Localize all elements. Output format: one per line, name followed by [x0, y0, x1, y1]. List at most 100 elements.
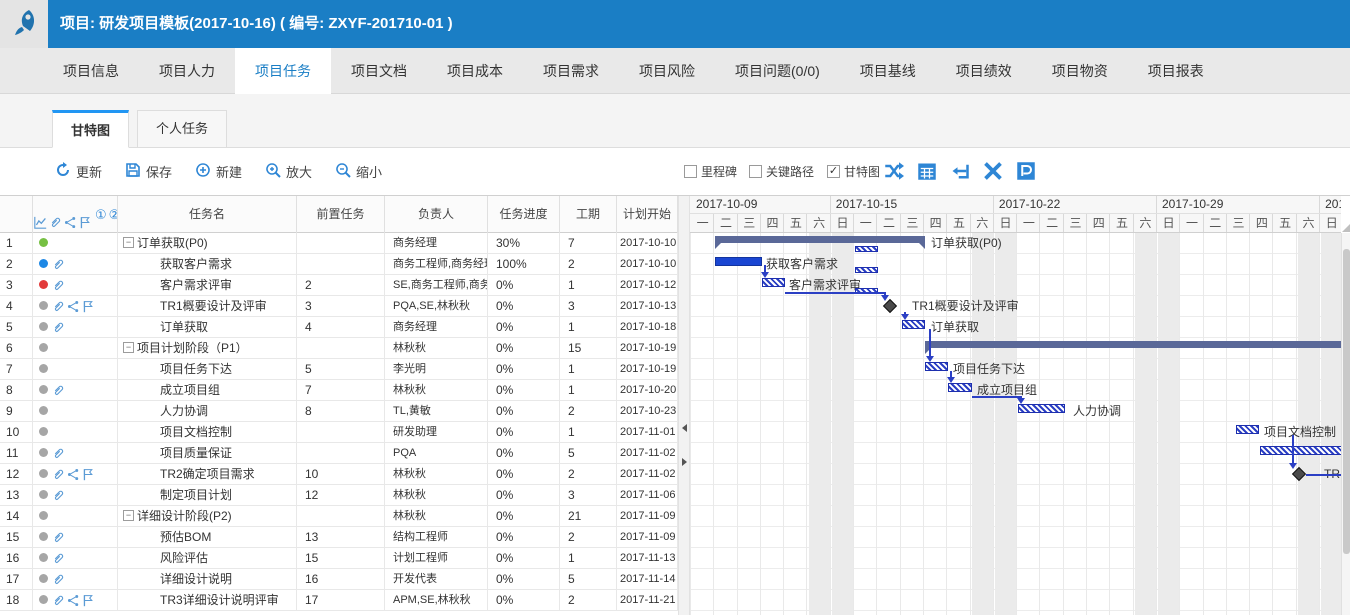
task-name-cell: 预估BOM [118, 527, 297, 547]
task-bar[interactable] [925, 362, 948, 371]
table-row[interactable]: 10项目文档控制研发助理0%12017-11-01 [0, 422, 678, 443]
flag-icon[interactable] [82, 467, 96, 481]
paperclip-icon[interactable] [48, 207, 62, 221]
table-row[interactable]: 9人力协调8TL,黄敏0%22017-10-23 [0, 401, 678, 422]
toolbar-button-更新[interactable]: 更新 [55, 148, 102, 195]
app-logo[interactable] [0, 0, 48, 48]
main-tab-项目基线[interactable]: 项目基线 [840, 48, 936, 94]
main-tab-项目报表[interactable]: 项目报表 [1128, 48, 1224, 94]
checkbox-关键路径[interactable] [749, 165, 762, 178]
header-badge-1[interactable]: ① [95, 207, 107, 222]
panel-splitter[interactable] [678, 196, 690, 615]
table-row[interactable]: 3客户需求评审2SE,商务工程师,商务经理0%12017-10-12 [0, 275, 678, 296]
table-row[interactable]: 16风险评估15计划工程师0%12017-11-13 [0, 548, 678, 569]
task-name: 人力协调 [160, 404, 208, 418]
task-bar[interactable] [1260, 446, 1341, 455]
status-dot-gray [39, 364, 48, 373]
collapse-icon[interactable]: − [123, 342, 134, 353]
paperclip-icon[interactable] [52, 383, 66, 397]
table-row[interactable]: 5订单获取4商务经理0%12017-10-18 [0, 317, 678, 338]
header-badge-2[interactable]: ② [109, 207, 118, 222]
table-row[interactable]: 15预估BOM13结构工程师0%22017-11-09 [0, 527, 678, 548]
main-tab-项目风险[interactable]: 项目风险 [619, 48, 715, 94]
checkbox-里程碑[interactable] [684, 165, 697, 178]
share-icon[interactable] [67, 593, 81, 607]
task-name-cell: 客户需求评审 [118, 275, 297, 295]
row-status-icons [33, 506, 118, 526]
table-row[interactable]: 11项目质量保证PQA0%52017-11-02 [0, 443, 678, 464]
paperclip-icon[interactable] [52, 572, 66, 586]
gantt-day-column [1181, 233, 1203, 615]
solid-bar[interactable] [715, 257, 762, 266]
task-bar[interactable] [762, 278, 785, 287]
paperclip-icon[interactable] [52, 257, 66, 271]
main-tab-项目任务[interactable]: 项目任务 [235, 48, 331, 94]
task-bar[interactable] [1018, 404, 1065, 413]
collapse-left-icon[interactable] [682, 424, 687, 432]
paperclip-icon[interactable] [52, 446, 66, 460]
table-row[interactable]: 13制定项目计划12林秋秋0%32017-11-06 [0, 485, 678, 506]
table-row[interactable]: 2获取客户需求商务工程师,商务经理100%22017-10-10 [0, 254, 678, 275]
shuffle-icon[interactable] [884, 161, 906, 183]
calendar-icon[interactable] [917, 161, 939, 183]
main-tab-项目人力[interactable]: 项目人力 [139, 48, 235, 94]
baseline-bar[interactable] [855, 267, 878, 273]
excel-icon[interactable] [983, 161, 1005, 183]
paperclip-icon[interactable] [52, 278, 66, 292]
paperclip-icon[interactable] [52, 530, 66, 544]
flag-icon[interactable] [82, 593, 96, 607]
table-row[interactable]: 6−项目计划阶段（P1）林秋秋0%152017-10-19 [0, 338, 678, 359]
gantt-vertical-scrollbar[interactable] [1341, 233, 1350, 615]
baseline-bar[interactable] [855, 246, 878, 252]
toolbar-button-缩小[interactable]: 缩小 [335, 148, 382, 195]
main-tab-项目成本[interactable]: 项目成本 [427, 48, 523, 94]
paperclip-icon[interactable] [52, 488, 66, 502]
share-icon[interactable] [67, 467, 81, 481]
main-tab-项目需求[interactable]: 项目需求 [523, 48, 619, 94]
main-tab-项目物资[interactable]: 项目物资 [1032, 48, 1128, 94]
scrollbar-thumb[interactable] [1343, 249, 1350, 554]
main-tab-项目绩效[interactable]: 项目绩效 [936, 48, 1032, 94]
sub-tab-个人任务[interactable]: 个人任务 [137, 110, 227, 148]
summary-bar[interactable] [715, 236, 925, 243]
summary-bar[interactable] [925, 341, 1341, 348]
paperclip-icon[interactable] [52, 551, 66, 565]
table-row[interactable]: 17详细设计说明16开发代表0%52017-11-14 [0, 569, 678, 590]
table-row[interactable]: 12TR2确定项目需求10林秋秋0%22017-11-02 [0, 464, 678, 485]
table-row[interactable]: 8成立项目组7林秋秋0%12017-10-20 [0, 380, 678, 401]
table-row[interactable]: 7项目任务下达5李光明0%12017-10-19 [0, 359, 678, 380]
table-row[interactable]: 14−详细设计阶段(P2)林秋秋0%212017-11-09 [0, 506, 678, 527]
collapse-right-icon[interactable] [682, 458, 687, 466]
gantt-day-label: 三 [1228, 214, 1250, 232]
toolbar-button-放大[interactable]: 放大 [265, 148, 312, 195]
share-icon[interactable] [67, 299, 81, 313]
paperclip-icon[interactable] [52, 299, 66, 313]
task-name-cell: TR2确定项目需求 [118, 464, 297, 484]
paperclip-icon[interactable] [52, 320, 66, 334]
toolbar-button-保存[interactable]: 保存 [125, 148, 172, 195]
main-tab-项目问题(0/0)[interactable]: 项目问题(0/0) [715, 48, 840, 94]
flag-icon[interactable] [82, 299, 96, 313]
toolbar-button-新建[interactable]: 新建 [195, 148, 242, 195]
task-name: 项目任务下达 [160, 362, 232, 376]
sub-tab-甘特图[interactable]: 甘特图 [52, 110, 129, 148]
chart-icon[interactable] [33, 207, 47, 221]
task-name: 订单获取(P0) [137, 236, 208, 250]
checkbox-甘特图[interactable]: ✓ [827, 165, 840, 178]
share-icon[interactable] [63, 207, 77, 221]
collapse-icon[interactable]: − [123, 237, 134, 248]
task-bar[interactable] [1236, 425, 1259, 434]
main-tab-项目文档[interactable]: 项目文档 [331, 48, 427, 94]
main-tab-项目信息[interactable]: 项目信息 [43, 48, 139, 94]
project-icon[interactable] [1016, 161, 1038, 183]
paperclip-icon[interactable] [52, 593, 66, 607]
table-row[interactable]: 1−订单获取(P0)商务经理30%72017-10-10 [0, 233, 678, 254]
flag-icon[interactable] [78, 207, 92, 221]
table-row[interactable]: 18TR3详细设计说明评审17APM,SE,林秋秋0%22017-11-21 [0, 590, 678, 611]
task-bar[interactable] [902, 320, 925, 329]
collapse-icon[interactable]: − [123, 510, 134, 521]
paperclip-icon[interactable] [52, 467, 66, 481]
table-row[interactable]: 4TR1概要设计及评审3PQA,SE,林秋秋0%32017-10-13 [0, 296, 678, 317]
import-icon[interactable] [950, 161, 972, 183]
task-bar[interactable] [948, 383, 972, 392]
